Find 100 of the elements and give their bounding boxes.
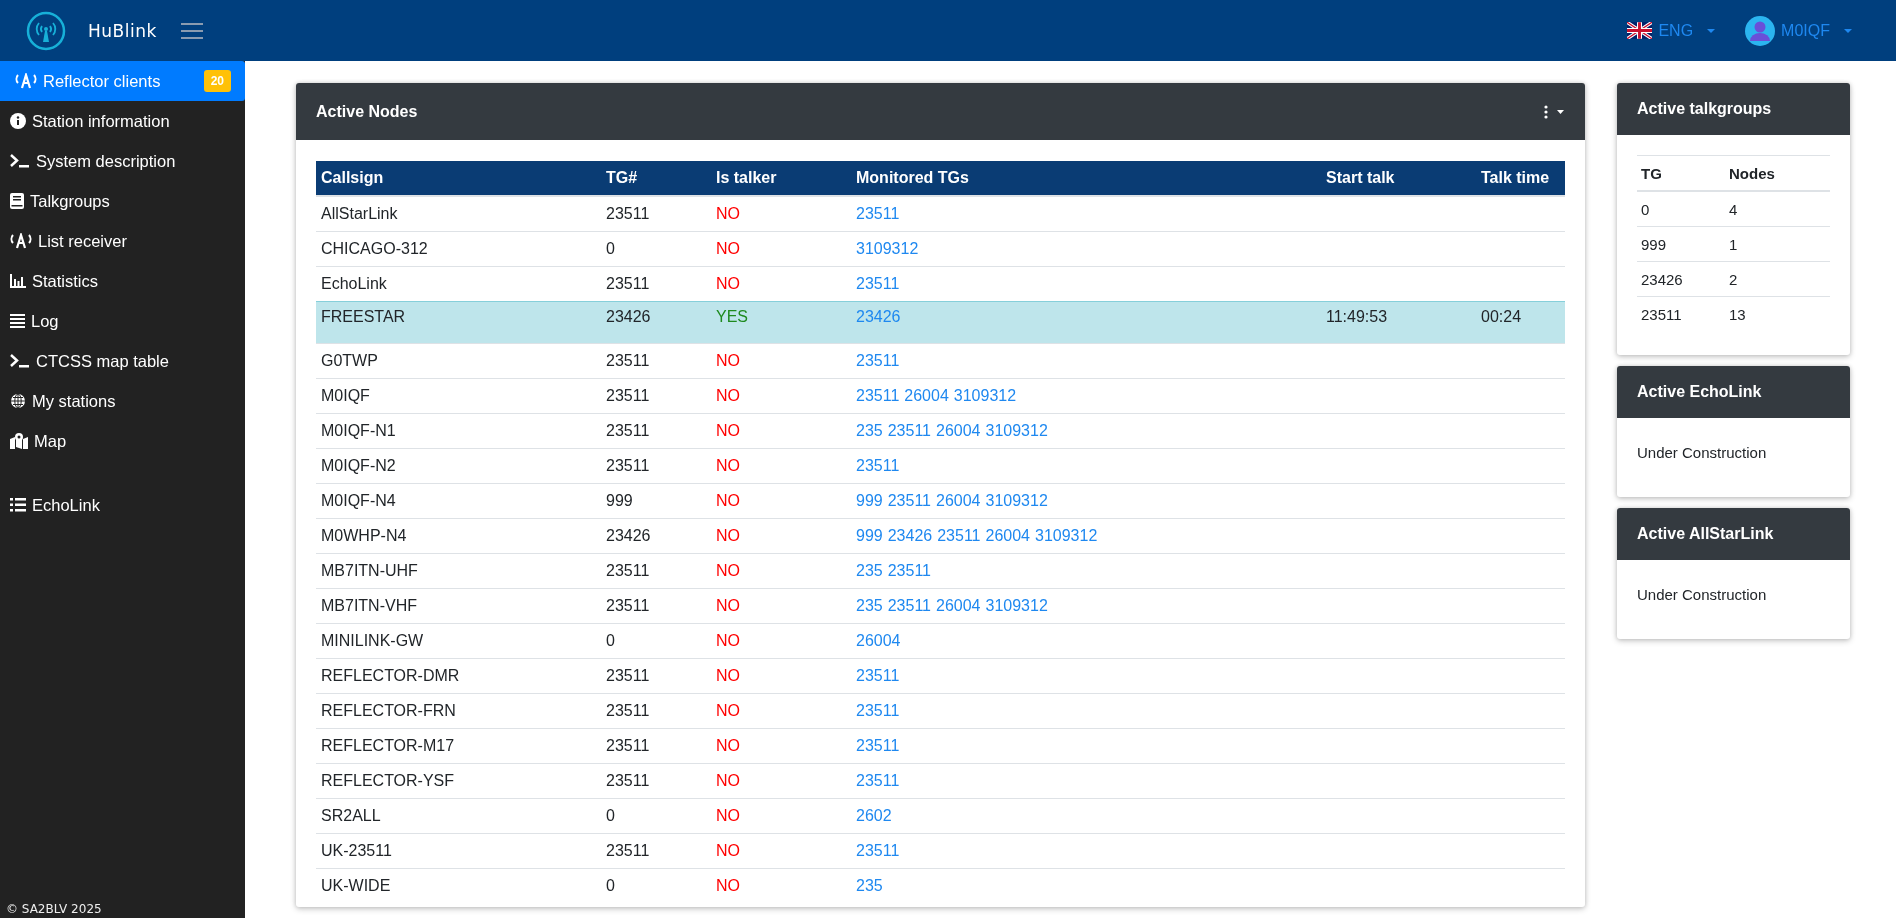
column-header: TG <box>1641 164 1662 182</box>
talker-status: NO <box>716 562 740 579</box>
language-dropdown[interactable]: ENG <box>1627 21 1716 40</box>
sidebar-item[interactable]: Map <box>0 421 245 461</box>
talker-status: NO <box>716 492 740 509</box>
talkgroup-link[interactable]: 26004 <box>904 387 949 405</box>
talkgroup-link[interactable]: 26004 <box>985 527 1030 545</box>
status-text: Under Construction <box>1637 443 1768 463</box>
table-cell: 999 <box>606 492 633 509</box>
count-badge: 20 <box>203 70 231 92</box>
talkgroup-link[interactable]: 235 <box>856 597 883 615</box>
talker-status: NO <box>716 772 740 789</box>
talkgroup-link[interactable]: 3109312 <box>985 597 1048 615</box>
talkgroup-link[interactable]: 3109312 <box>985 492 1048 510</box>
talkgroup-link[interactable]: 26004 <box>936 492 981 510</box>
sidebar-item[interactable]: System description <box>0 141 245 181</box>
table-cell: G0TWP <box>321 352 378 369</box>
table-cell: 23511 <box>606 205 650 222</box>
talker-status: NO <box>716 877 740 894</box>
table-cell: 23511 <box>606 772 650 789</box>
talkgroup-link[interactable]: 3109312 <box>953 387 1017 405</box>
table-cell: 2 <box>1729 270 1738 288</box>
talkgroup-link[interactable]: 23511 <box>856 457 900 475</box>
talkgroup-link[interactable]: 26004 <box>856 632 901 650</box>
talkgroup-link[interactable]: 2602 <box>856 807 892 825</box>
talker-status: NO <box>716 240 740 257</box>
talkgroup-link[interactable]: 999 <box>856 527 883 545</box>
talkgroup-link[interactable]: 23511 <box>856 667 900 685</box>
talkgroup-link[interactable]: 23511 <box>887 562 931 580</box>
antenna-icon <box>15 73 37 89</box>
table-cell: CHICAGO-312 <box>321 240 428 257</box>
talkgroup-link[interactable]: 3109312 <box>1035 527 1098 545</box>
talkgroup-link[interactable]: 23511 <box>856 702 900 720</box>
talkgroup-link[interactable]: 23511 <box>856 352 900 370</box>
talkgroup-link[interactable]: 999 <box>856 492 883 510</box>
table-cell: REFLECTOR-M17 <box>321 737 455 754</box>
table-cell: M0IQF-N2 <box>321 457 396 474</box>
column-header: Callsign <box>321 169 384 186</box>
user-avatar-icon <box>1745 15 1776 46</box>
sidebar-item[interactable]: CTCSS map table <box>0 341 245 381</box>
table-cell: 23511 <box>606 387 650 404</box>
talkgroup-link[interactable]: 26004 <box>936 422 981 440</box>
table-cell: 999 <box>1641 235 1667 253</box>
table-cell: 23511 <box>606 275 650 292</box>
talkgroup-link[interactable]: 235 <box>856 562 883 580</box>
options-button[interactable] <box>1543 104 1565 119</box>
sidebar-item[interactable]: Station information <box>0 101 245 141</box>
table-cell: REFLECTOR-YSF <box>321 772 455 789</box>
sidebar-item[interactable]: List receiver <box>0 221 245 261</box>
table-cell: 0 <box>606 632 615 649</box>
talkgroup-link[interactable]: 26004 <box>936 597 981 615</box>
table-cell: 0 <box>606 877 615 894</box>
table-cell: SR2ALL <box>321 807 381 824</box>
card-title: Active AllStarLink <box>1637 525 1774 543</box>
talkgroup-link[interactable]: 3109312 <box>985 422 1048 440</box>
talker-status: NO <box>716 275 740 292</box>
table-cell: AllStarLink <box>321 205 398 222</box>
sidebar-item[interactable]: EchoLink <box>0 485 245 525</box>
bar-chart-icon <box>10 274 26 288</box>
sidebar-item[interactable]: Talkgroups <box>0 181 245 221</box>
talker-status: NO <box>716 667 740 684</box>
card-title: Active talkgroups <box>1637 100 1772 118</box>
talkgroup-link[interactable]: 23426 <box>856 308 901 326</box>
user-dropdown[interactable]: M0IQF <box>1745 15 1852 46</box>
talkgroup-link[interactable]: 23511 <box>856 737 900 755</box>
sidebar-item[interactable]: Log <box>0 301 245 341</box>
column-header: Is talker <box>716 169 777 186</box>
table-cell: M0WHP-N4 <box>321 527 407 544</box>
talker-status: NO <box>716 737 740 754</box>
column-header: Talk time <box>1481 169 1550 186</box>
talkgroup-link[interactable]: 235 <box>856 422 883 440</box>
talkgroup-link[interactable]: 23511 <box>856 387 900 405</box>
talkgroup-link[interactable]: 23511 <box>887 597 931 615</box>
talkgroup-link[interactable]: 23511 <box>856 205 900 223</box>
brand-name: HuBlink <box>88 20 157 41</box>
talkgroup-link[interactable]: 23511 <box>937 527 981 545</box>
column-header: Start talk <box>1326 169 1395 186</box>
table-cell: 4 <box>1729 200 1738 218</box>
map-icon <box>10 433 28 449</box>
table-cell: 23426 <box>606 308 651 325</box>
talkgroup-link[interactable]: 235 <box>856 877 883 895</box>
talker-status: NO <box>716 457 740 474</box>
sidebar-item[interactable]: Statistics <box>0 261 245 301</box>
talkgroup-link[interactable]: 23511 <box>856 772 900 790</box>
talkgroup-link[interactable]: 23511 <box>887 422 931 440</box>
table-cell: 00:24 <box>1481 308 1522 325</box>
talkgroup-link[interactable]: 23511 <box>856 275 900 293</box>
sidebar-item[interactable]: My stations <box>0 381 245 421</box>
talkgroup-link[interactable]: 23511 <box>856 842 900 860</box>
list-icon <box>10 498 26 512</box>
talkgroup-link[interactable]: 23426 <box>887 527 933 545</box>
book-icon <box>10 193 24 209</box>
card-title: Active EchoLink <box>1637 383 1762 401</box>
talkgroup-link[interactable]: 23511 <box>887 492 931 510</box>
talkgroup-link[interactable]: 3109312 <box>856 240 919 258</box>
talker-status: NO <box>716 352 740 369</box>
column-header: TG# <box>606 169 638 186</box>
sidebar-item[interactable]: Reflector clients 20 <box>0 61 245 101</box>
table-cell: 23511 <box>606 457 650 474</box>
talker-status: NO <box>716 842 740 859</box>
